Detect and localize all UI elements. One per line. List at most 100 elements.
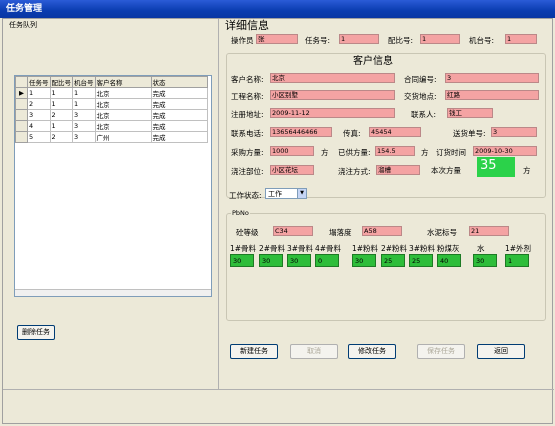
machine-no-field[interactable]: 1: [505, 34, 537, 44]
table-row[interactable]: 2 1 1 北京 完成: [15, 98, 208, 110]
cell: 3: [72, 120, 96, 132]
supplied-amount-label: 已供方量:: [338, 148, 371, 157]
delivery-place-field[interactable]: 红路: [445, 90, 539, 100]
cell: 4: [27, 120, 51, 132]
supplied-amount-field[interactable]: 154.5: [375, 146, 415, 156]
cell: 1: [27, 87, 51, 99]
material-field[interactable]: 0: [315, 254, 339, 267]
cell: 3: [72, 109, 96, 121]
this-amount-display: 35: [477, 157, 515, 177]
material-label: 1#粉料: [352, 244, 379, 253]
material-field[interactable]: 1: [505, 254, 529, 267]
material-label: 水: [477, 244, 485, 253]
cell: 2: [49, 109, 73, 121]
cell: 1: [49, 120, 73, 132]
grade-field[interactable]: C34: [273, 226, 313, 236]
main-frame: 任务队列 任务号 配比号 机台号 客户名称 状态 ▶ 1 1 1 北京 完成 2…: [2, 18, 554, 424]
cell: 广州: [94, 131, 152, 143]
cell: 2: [49, 131, 73, 143]
pour-part-field[interactable]: 小区花坛: [270, 165, 314, 175]
delete-task-button[interactable]: 删除任务: [17, 325, 55, 340]
col-recipe-no[interactable]: 配比号: [49, 76, 73, 88]
reg-address-field[interactable]: 2009-11-12: [270, 108, 395, 118]
contract-no-field[interactable]: 3: [445, 73, 539, 83]
cell: 5: [27, 131, 51, 143]
grade-label: 砼等级: [236, 228, 259, 237]
work-status-label: 工作状态:: [229, 191, 262, 200]
material-label: 3#粉料: [409, 244, 436, 253]
fax-label: 传真:: [343, 129, 361, 138]
cell: 1: [49, 87, 73, 99]
task-no-field[interactable]: 1: [339, 34, 379, 44]
cell: 北京: [94, 87, 152, 99]
delivery-no-label: 送货单号:: [453, 129, 486, 138]
purchase-unit: 方: [321, 148, 329, 157]
material-field[interactable]: 25: [409, 254, 433, 267]
material-field[interactable]: 30: [230, 254, 254, 267]
delivery-no-field[interactable]: 3: [491, 127, 537, 137]
material-field[interactable]: 40: [437, 254, 461, 267]
material-field[interactable]: 30: [352, 254, 376, 267]
cell: 完成: [150, 109, 208, 121]
table-row[interactable]: ▶ 1 1 1 北京 完成: [15, 87, 208, 99]
slump-field[interactable]: A58: [362, 226, 402, 236]
customer-name-label: 客户名称:: [231, 75, 264, 84]
table-row[interactable]: 4 1 3 北京 完成: [15, 120, 208, 132]
cell: 3: [27, 109, 51, 121]
cancel-button[interactable]: 取消: [290, 344, 338, 359]
operator-label: 操作员: [231, 36, 254, 45]
save-task-button[interactable]: 保存任务: [417, 344, 465, 359]
material-label: 3#骨料: [287, 244, 314, 253]
task-grid[interactable]: 任务号 配比号 机台号 客户名称 状态 ▶ 1 1 1 北京 完成 2 1 1 …: [14, 75, 212, 297]
row-selector: [15, 131, 28, 143]
col-task-no[interactable]: 任务号: [27, 76, 51, 88]
cement-grade-field[interactable]: 21: [469, 226, 509, 236]
pour-method-label: 浇注方式:: [338, 167, 371, 176]
cell: 北京: [94, 98, 152, 110]
material-label: 2#骨料: [259, 244, 286, 253]
cell: 1: [72, 98, 96, 110]
cell: 完成: [150, 98, 208, 110]
work-status-select[interactable]: 工作 ▼: [265, 188, 307, 199]
chevron-down-icon[interactable]: ▼: [297, 189, 306, 198]
recipe-no-field[interactable]: 1: [420, 34, 460, 44]
table-row[interactable]: 5 2 3 广州 完成: [15, 131, 208, 143]
reg-address-label: 注册地址:: [231, 110, 264, 119]
cement-grade-label: 水泥标号: [427, 228, 457, 237]
material-field[interactable]: 30: [259, 254, 283, 267]
cell: 完成: [150, 87, 208, 99]
order-time-label: 订货时间: [436, 148, 466, 157]
row-selector: [15, 98, 28, 110]
task-queue-label: 任务队列: [9, 21, 37, 29]
operator-field[interactable]: 张: [256, 34, 298, 44]
order-time-field[interactable]: 2009-10-30: [473, 146, 537, 156]
col-customer-name[interactable]: 客户名称: [94, 76, 152, 88]
project-name-label: 工程名称:: [231, 92, 264, 101]
task-no-label: 任务号:: [305, 36, 331, 45]
pour-method-field[interactable]: 溜槽: [376, 165, 420, 175]
horizontal-scrollbar[interactable]: [15, 289, 211, 296]
new-task-button[interactable]: 新建任务: [230, 344, 278, 359]
col-status[interactable]: 状态: [150, 76, 208, 88]
material-field[interactable]: 30: [473, 254, 497, 267]
back-button[interactable]: 返回: [477, 344, 525, 359]
contact-field[interactable]: 钱工: [447, 108, 493, 118]
supplied-unit: 方: [421, 148, 429, 157]
customer-name-field[interactable]: 北京: [270, 73, 395, 83]
purchase-amount-label: 采购方量:: [231, 148, 264, 157]
cell: 北京: [94, 120, 152, 132]
pour-part-label: 浇注部位:: [231, 167, 264, 176]
col-machine-no[interactable]: 机台号: [72, 76, 96, 88]
table-row[interactable]: 3 2 3 北京 完成: [15, 109, 208, 121]
project-name-field[interactable]: 小区别墅: [270, 90, 395, 100]
machine-no-label: 机台号:: [469, 36, 495, 45]
cell: 完成: [150, 131, 208, 143]
material-field[interactable]: 30: [287, 254, 311, 267]
fax-field[interactable]: 45454: [369, 127, 421, 137]
phone-field[interactable]: 13656446466: [270, 127, 332, 137]
modify-task-button[interactable]: 修改任务: [348, 344, 396, 359]
purchase-amount-field[interactable]: 1000: [270, 146, 314, 156]
delivery-place-label: 交货地点:: [404, 92, 437, 101]
material-field[interactable]: 25: [381, 254, 405, 267]
cell: 2: [27, 98, 51, 110]
